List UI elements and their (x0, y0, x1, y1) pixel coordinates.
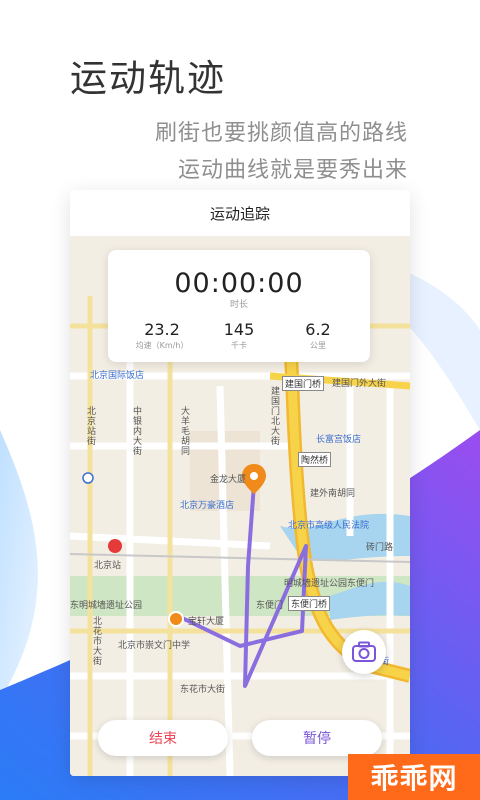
subtitle-line-2: 运动曲线就是要秀出来 (177, 158, 408, 183)
label-intl-hotel: 北京国际饭店 (90, 371, 145, 381)
camera-icon (352, 641, 376, 662)
stat-calories-label: 千卡 (231, 341, 247, 350)
label-dongmen-st: 东花市大街 (180, 685, 226, 695)
timer-value: 00:00:00 (174, 268, 304, 299)
stat-distance: 6.2 公里 (278, 320, 358, 351)
label-high-court: 北京市高级人民法院 (288, 521, 370, 531)
label-zhongyuan: 中银内大街 (131, 406, 141, 456)
stat-speed-label: 均速（Km/h） (135, 341, 189, 350)
phone-screen: 运动追踪 北京国际饭店 建国门桥 建国门外大街 长富宫饭店 陶然桥 建外南胡同 … (70, 190, 410, 776)
label-taoran-bridge: 陶然桥 (298, 452, 332, 467)
label-beijingzhan-st: 北京站街 (85, 406, 95, 446)
label-jianguomen-north: 建国门北大街 (269, 386, 279, 446)
label-changfugong: 长富宫饭店 (316, 435, 362, 445)
label-dongbianmen: 东便门 (256, 601, 284, 611)
label-chongwen-school: 北京市崇文门中学 (118, 641, 191, 651)
label-wanhao: 北京万豪酒店 (180, 501, 235, 511)
stats-card: 00:00:00 时长 23.2 均速（Km/h） 145 千卡 6.2 公里 (108, 250, 370, 362)
stat-calories: 145 千卡 (199, 320, 279, 351)
label-jingui-hutong: 建外南胡同 (310, 489, 356, 499)
label-ming-wall: 东明城墙遗址公园 (70, 601, 143, 611)
label-dafang: 大羊毛胡同 (179, 406, 189, 456)
camera-button[interactable] (342, 630, 386, 674)
label-huashi: 北花市大街 (91, 616, 101, 666)
pause-button[interactable]: 暂停 (252, 720, 382, 756)
end-button[interactable]: 结束 (98, 720, 228, 756)
stat-speed-value: 23.2 (144, 320, 180, 339)
app-title: 运动追踪 (70, 190, 410, 236)
label-baoxuan: 宝轩大厦 (188, 617, 225, 627)
subtitle-line-1: 刷街也要挑颜值高的路线 (154, 121, 408, 146)
label-ming-wall-east: 明城墙遗址公园东便门 (284, 579, 375, 589)
stat-distance-value: 6.2 (305, 320, 331, 339)
stat-speed: 23.2 均速（Km/h） (122, 320, 202, 351)
label-jinlong: 金龙大厦 (210, 475, 247, 485)
start-marker (168, 611, 184, 627)
label-jianguomen-bridge: 建国门桥 (282, 376, 325, 391)
stat-calories-value: 145 (223, 320, 255, 339)
timer-label: 时长 (229, 300, 248, 310)
site-logo: 乖乖网 (348, 754, 480, 800)
label-zhuanmen: 砖门路 (366, 543, 394, 553)
label-dongbianmen-bridge: 东便门桥 (288, 596, 331, 611)
label-jianguomen-outer: 建国门外大街 (332, 379, 387, 389)
label-beijing-station: 北京站 (94, 561, 122, 571)
page-headline: 运动轨迹 (70, 57, 226, 100)
stat-distance-label: 公里 (310, 341, 326, 350)
